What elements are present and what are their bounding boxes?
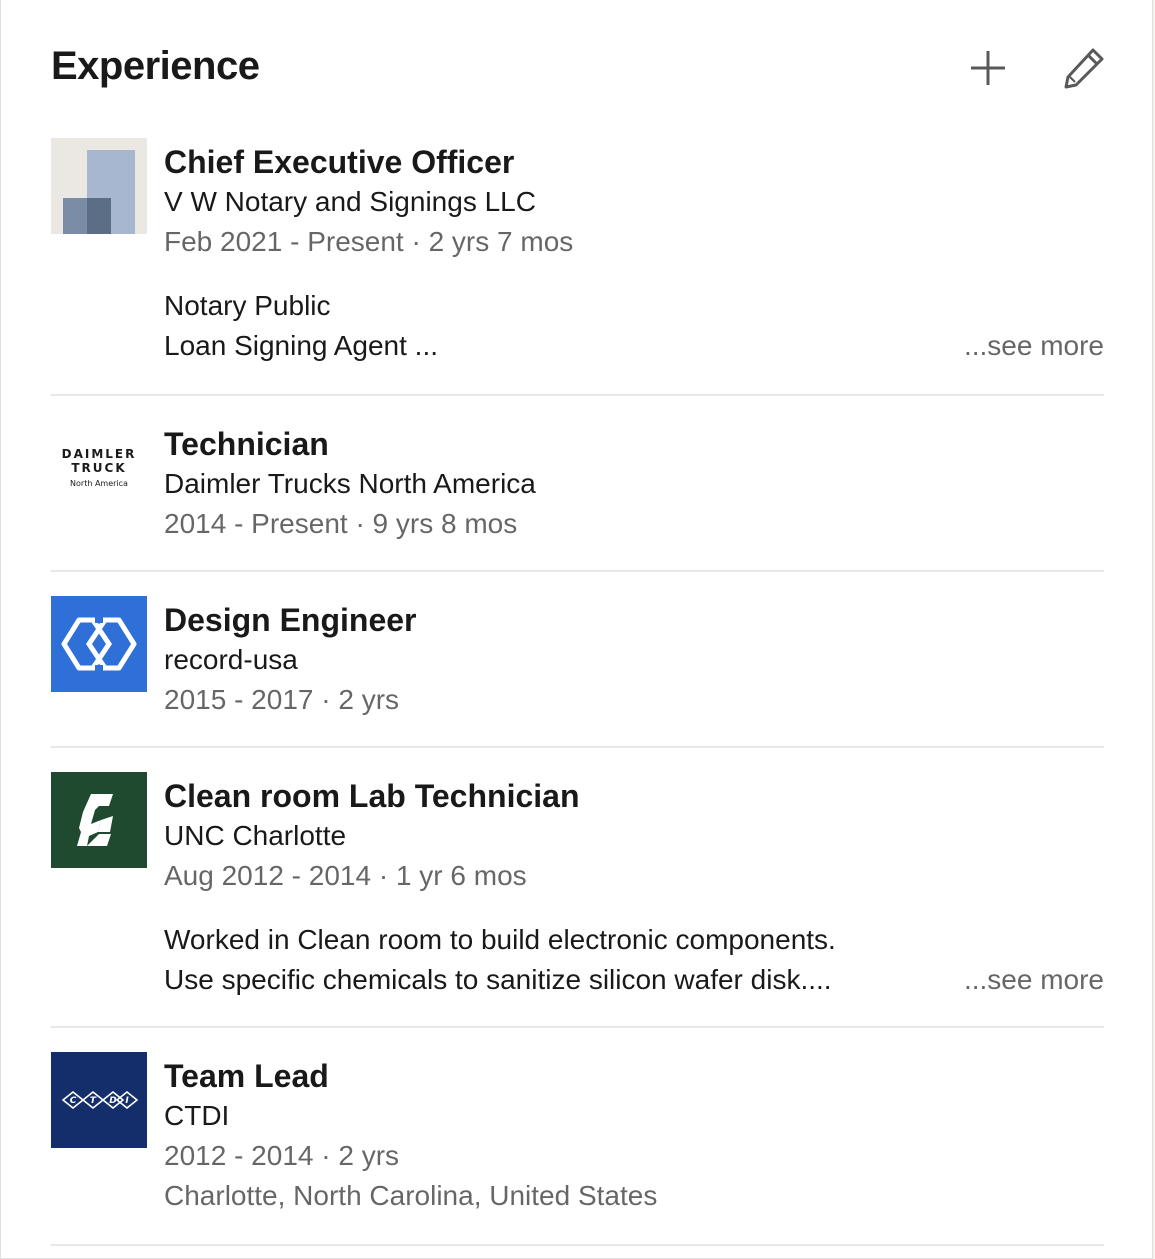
- date-range: Aug 2012 - 2014 · 1 yr 6 mos: [164, 860, 527, 891]
- experience-item[interactable]: C T D I Team Lead CTDI 2012 - 2014 · 2 y…: [51, 1026, 1104, 1244]
- description-line: Notary Public: [164, 290, 331, 321]
- logo-letter: C: [70, 1096, 77, 1106]
- date-range: 2014 - Present · 9 yrs 8 mos: [164, 508, 518, 539]
- pencil-icon: [1064, 48, 1104, 89]
- experience-item[interactable]: Design Engineer record-usa 2015 - 2017 ·…: [51, 570, 1104, 746]
- date-range: 2012 - 2014 · 2 yrs: [164, 1140, 400, 1171]
- plus-icon: [971, 51, 1005, 85]
- logo-letter: D: [109, 1096, 117, 1106]
- experience-content: Design Engineer record-usa 2015 - 2017 ·…: [164, 596, 1104, 746]
- section-title: Experience: [51, 44, 260, 88]
- company-name[interactable]: Daimler Trucks North America: [164, 464, 1104, 504]
- job-title[interactable]: Chief Executive Officer: [164, 142, 1104, 182]
- unc-charlotte-logo[interactable]: [51, 772, 147, 868]
- job-title[interactable]: Design Engineer: [164, 600, 1104, 640]
- see-more-button[interactable]: ...see more: [963, 326, 1104, 366]
- add-experience-button[interactable]: [964, 44, 1012, 92]
- logo-text: DAIMLER: [61, 446, 137, 461]
- company-name[interactable]: record-usa: [164, 640, 1104, 680]
- job-description: Worked in Clean room to build electronic…: [164, 920, 1104, 1000]
- experience-header: Experience: [51, 36, 1104, 100]
- logo-text: North America: [70, 478, 128, 488]
- experience-item[interactable]: DAIMLER TRUCK North America Technician D…: [51, 394, 1104, 570]
- company-name[interactable]: CTDI: [164, 1096, 1104, 1136]
- experience-content: Chief Executive Officer V W Notary and S…: [164, 138, 1104, 394]
- experience-item[interactable]: Clean room Lab Technician UNC Charlotte …: [51, 746, 1104, 1026]
- job-title[interactable]: Technician: [164, 424, 1104, 464]
- experience-item[interactable]: Chief Executive Officer V W Notary and S…: [51, 138, 1104, 394]
- job-description: Notary Public Loan Signing Agent ... ...…: [164, 286, 1104, 366]
- experience-list: Chief Executive Officer V W Notary and S…: [51, 138, 1104, 1246]
- logo-letter: T: [90, 1096, 97, 1106]
- vw-notary-logo[interactable]: [51, 138, 147, 234]
- date-range: Feb 2021 - Present · 2 yrs 7 mos: [164, 226, 574, 257]
- logo-shape: [87, 198, 111, 234]
- header-actions: [964, 44, 1108, 92]
- ctdi-logo-mark: C T D I: [61, 1090, 139, 1110]
- date-range: 2015 - 2017 · 2 yrs: [164, 684, 400, 715]
- unc-c-mark: [77, 794, 113, 846]
- record-usa-logo[interactable]: [51, 596, 147, 692]
- list-bottom-divider: [51, 1244, 1104, 1246]
- edit-experience-button[interactable]: [1060, 44, 1108, 92]
- logo-letter: I: [125, 1096, 129, 1106]
- daimler-truck-logo[interactable]: DAIMLER TRUCK North America: [51, 420, 147, 516]
- experience-content: Team Lead CTDI 2012 - 2014 · 2 yrs Charl…: [164, 1052, 1104, 1244]
- experience-content: Clean room Lab Technician UNC Charlotte …: [164, 772, 1104, 1026]
- description-line: Worked in Clean room to build electronic…: [164, 924, 836, 955]
- company-name[interactable]: V W Notary and Signings LLC: [164, 182, 1104, 222]
- record-logo-mark: [61, 617, 137, 671]
- experience-content: Technician Daimler Trucks North America …: [164, 420, 1104, 570]
- see-more-button[interactable]: ...see more: [963, 960, 1104, 1000]
- ctdi-logo[interactable]: C T D I: [51, 1052, 147, 1148]
- company-name[interactable]: UNC Charlotte: [164, 816, 1104, 856]
- job-location: Charlotte, North Carolina, United States: [164, 1180, 658, 1211]
- logo-text: TRUCK: [71, 460, 127, 475]
- job-title[interactable]: Clean room Lab Technician: [164, 776, 1104, 816]
- experience-card: Experience Chief Executive Officer V W N…: [0, 0, 1153, 1259]
- job-title[interactable]: Team Lead: [164, 1056, 1104, 1096]
